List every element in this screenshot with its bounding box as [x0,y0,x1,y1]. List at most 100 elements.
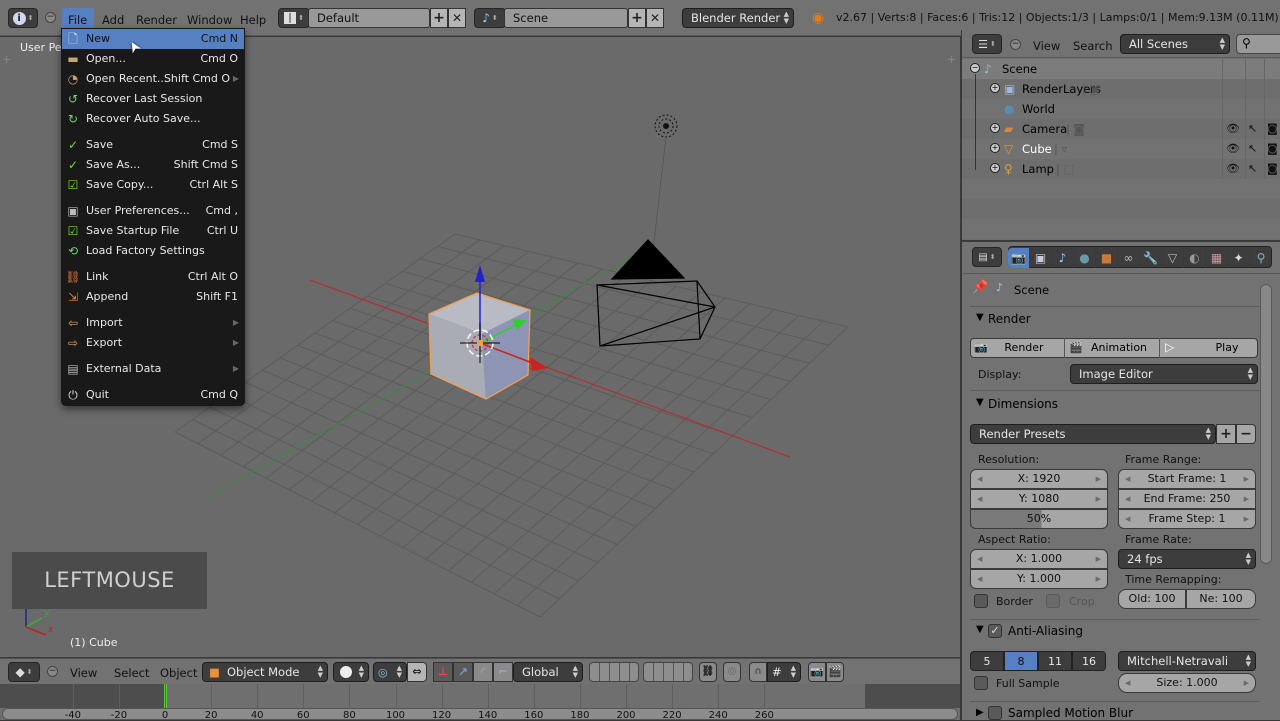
end-frame-field[interactable]: ◀ End Frame: 250 ▶ [1118,489,1256,509]
outliner-item-world[interactable]: ● World [962,99,1280,119]
outliner-editor-type-button[interactable]: ☰ ⬍ [972,34,1002,54]
tab-world[interactable]: ● [1074,248,1096,268]
collapse-menu-icon[interactable]: − [1010,39,1021,50]
eye-icon[interactable]: 👁 [1226,119,1240,139]
play-button[interactable]: ▷ Play [1160,338,1258,358]
tab-physics[interactable]: ⚲ [1250,248,1272,268]
full-sample-checkbox[interactable] [974,676,988,690]
pin-icon[interactable]: 📌 [972,280,988,295]
border-checkbox[interactable] [974,594,988,608]
crop-checkbox[interactable] [1046,594,1060,608]
tab-particles[interactable]: ✦ [1228,248,1250,268]
file-menu-item-export[interactable]: ⇨ Export ▶ [62,333,244,353]
collapse-icon[interactable]: − [970,63,980,73]
file-menu-item-load-factory-settings[interactable]: ⟲ Load Factory Settings [62,241,244,261]
outliner-item-lamp[interactable]: + ♀ Lamp | ⬚ 👁 ↖ ◙ [962,159,1280,179]
add-layout-button[interactable]: + [430,8,448,28]
collapse-menu-icon[interactable]: − [45,12,56,23]
layers-grid-1[interactable] [589,662,639,682]
menu-window[interactable]: Window [187,11,232,29]
menu-file[interactable]: File [68,11,87,29]
snap-toggle-button[interactable]: ∩ [749,662,767,682]
aspect-y-field[interactable]: ◀ Y: 1.000 ▶ [970,569,1108,589]
snap-element-dropdown[interactable]: # ▲ ▼ [767,662,801,682]
properties-editor-type-button[interactable]: ▤ ⬍ [972,247,1002,267]
render-animation-button[interactable]: 🎬 Animation [1065,338,1160,358]
motion-blur-panel-title[interactable]: Sampled Motion Blur [1008,706,1133,720]
aa-samples-8-button[interactable]: 8 [1004,651,1038,671]
time-remap-new-field[interactable]: Ne: 100 [1186,589,1256,609]
aa-samples-11-button[interactable]: 11 [1038,651,1072,671]
rotate-button[interactable]: ◜ [473,662,493,682]
resolution-y-field[interactable]: ◀ Y: 1080 ▶ [970,489,1108,509]
dimensions-panel-title[interactable]: Dimensions [988,397,1058,411]
lock-layers-button[interactable]: ⛓ [699,662,717,682]
render-camera-icon[interactable]: ◙ [1267,119,1278,139]
tab-constraints[interactable]: ∞ [1118,248,1140,268]
aa-panel-title[interactable]: Anti-Aliasing [1008,624,1083,638]
render-camera-icon[interactable]: ◙ [1267,159,1278,179]
render-panel-collapse-icon[interactable]: ▼ [976,312,984,323]
shading-dropdown[interactable]: ▲ ▼ [333,662,369,682]
properties-scrollbar[interactable] [1260,284,1272,564]
frame-step-field[interactable]: ◀ Frame Step: 1 ▶ [1118,509,1256,529]
menu-view[interactable]: View [70,664,97,682]
file-menu-item-save-as[interactable]: ✓ Save As... Shift Cmd S [62,155,244,175]
aa-size-field[interactable]: ◀ Size: 1.000 ▶ [1118,673,1256,693]
file-menu-item-user-preferences[interactable]: ▣ User Preferences... Cmd , [62,201,244,221]
render-panel-title[interactable]: Render [988,312,1031,326]
motion-blur-expand-icon[interactable]: ▶ [976,707,984,718]
expand-icon[interactable]: + [990,123,1000,133]
delete-scene-button[interactable]: ✕ [646,8,664,28]
collapse-menu-icon[interactable]: − [47,666,58,677]
aa-filter-dropdown[interactable]: Mitchell-Netravali ▲ ▼ [1118,651,1256,671]
tab-scene[interactable]: ♪ [1052,248,1074,268]
tab-render-layers[interactable]: ▣ [1030,248,1052,268]
aa-samples-16-button[interactable]: 16 [1072,651,1106,671]
frame-rate-dropdown[interactable]: 24 fps ▲ ▼ [1118,549,1256,569]
display-dropdown[interactable]: Image Editor ▲ ▼ [1070,364,1258,384]
outliner-item-renderlayers[interactable]: + ▣ RenderLayers | ▣ [962,79,1280,99]
file-menu-item-save-startup-file[interactable]: ☑ Save Startup File Ctrl U [62,221,244,241]
tool-shelf-toggle[interactable]: + [2,53,11,66]
screen-layout-field[interactable]: Default [308,8,430,28]
mode-dropdown[interactable]: ■ Object Mode ▲ ▼ [202,662,328,682]
file-menu-item-external-data[interactable]: ▤ External Data ▶ [62,359,244,379]
file-menu-item-save[interactable]: ✓ Save Cmd S [62,135,244,155]
scene-selector-button[interactable]: ♪ ⬍ [474,8,506,28]
file-menu-item-open[interactable]: ▬ Open... Cmd O [62,49,244,69]
tab-material[interactable]: ◐ [1184,248,1206,268]
motion-blur-checkbox[interactable] [988,706,1002,720]
tab-modifiers[interactable]: 🔧 [1140,248,1162,268]
outliner-item-cube[interactable]: + ▽ Cube | ▿ 👁 ↖ ◙ [962,139,1280,159]
eye-icon[interactable]: 👁 [1226,159,1240,179]
anti-aliasing-checkbox[interactable]: ✓ [988,624,1002,638]
render-camera-icon[interactable]: ◙ [1267,139,1278,159]
delete-layout-button[interactable]: ✕ [448,8,466,28]
scene-field[interactable]: Scene [504,8,628,28]
expand-icon[interactable]: + [990,143,1000,153]
tab-object[interactable]: ■ [1096,248,1118,268]
eye-icon[interactable]: 👁 [1226,139,1240,159]
render-engine-dropdown[interactable]: Blender Render ▲ ▼ [682,8,794,28]
info-editor-type-button[interactable]: i ⬍ [8,8,38,28]
add-preset-button[interactable]: + [1216,424,1236,444]
timeline[interactable]: -40 -20 0 20 40 60 80 100 120 140 160 180 200 220 240 2… [0,684,960,721]
resolution-percentage-slider[interactable]: 50% [970,509,1108,529]
tab-data[interactable]: ▽ [1162,248,1184,268]
transform-orientation-dropdown[interactable]: Global ▲ ▼ [513,662,583,682]
outliner-display-dropdown[interactable]: All Scenes ▲ ▼ [1120,34,1230,54]
aa-samples-5-button[interactable]: 5 [970,651,1004,671]
add-scene-button[interactable]: + [628,8,646,28]
resolution-x-field[interactable]: ◀ X: 1920 ▶ [970,469,1108,489]
menu-select[interactable]: Select [114,664,149,682]
time-remap-old-field[interactable]: Old: 100 [1118,589,1186,609]
file-menu-item-open-recent[interactable]: ◔ Open Recent... Shift Cmd O ▶ [62,69,244,89]
cursor-select-icon[interactable]: ↖ [1248,119,1257,139]
aa-panel-collapse-icon[interactable]: ▼ [976,624,984,635]
file-menu-item-recover-auto-save[interactable]: ↻ Recover Auto Save... [62,109,244,129]
tab-render[interactable]: 📷 [1008,248,1030,268]
pivot-dropdown[interactable]: ◎ ▲ ▼ [373,662,407,682]
translate-button[interactable]: ↗ [453,662,473,682]
properties-shelf-toggle[interactable]: + [947,53,956,66]
